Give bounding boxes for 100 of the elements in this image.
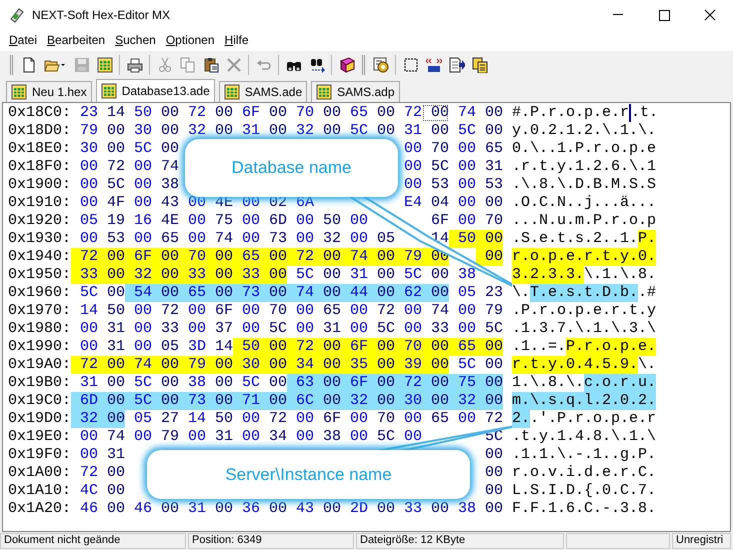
menu-item[interactable]: Hilfe bbox=[220, 31, 254, 50]
hex-byte: E4 bbox=[403, 194, 422, 212]
hex-byte: 31 bbox=[322, 320, 341, 338]
hex-byte: 74 bbox=[430, 302, 449, 320]
hex-byte: 00 bbox=[430, 500, 449, 518]
hex-byte: 70 bbox=[179, 248, 206, 266]
row-address: 0x19E0: bbox=[8, 428, 71, 446]
hex-byte: 70 bbox=[268, 302, 287, 320]
hex-byte: 65 bbox=[160, 230, 179, 248]
hex-byte: 31 bbox=[106, 320, 125, 338]
hex-byte: 72 bbox=[268, 410, 287, 428]
hex-byte: 00 bbox=[98, 248, 125, 266]
hex-byte: 00 bbox=[422, 356, 449, 374]
hex-byte: 31 bbox=[187, 500, 206, 518]
row-address: 0x1960: bbox=[8, 284, 71, 302]
hex-byte: 50 bbox=[106, 302, 125, 320]
hex-byte: 79 bbox=[79, 122, 98, 140]
hex-byte: 00 bbox=[268, 500, 287, 518]
hex-byte: 00 bbox=[106, 284, 125, 302]
file-tab[interactable]: SAMS.adp bbox=[311, 81, 400, 102]
row-address: 0x18F0: bbox=[8, 158, 71, 176]
hex-byte: 14 bbox=[187, 410, 206, 428]
hex-byte: 00 bbox=[214, 104, 233, 122]
hex-byte: 00 bbox=[187, 230, 206, 248]
hex-byte: 5C bbox=[295, 266, 314, 284]
row-address: 0x1920: bbox=[8, 212, 71, 230]
copy-pages-icon bbox=[472, 57, 488, 73]
row-address: 0x19C0: bbox=[8, 392, 71, 410]
hex-byte: 00 bbox=[349, 410, 368, 428]
hex-byte: 46 bbox=[133, 500, 152, 518]
hex-byte: 43 bbox=[295, 500, 314, 518]
row-address: 0x1930: bbox=[8, 230, 71, 248]
menu-item[interactable]: Bearbeiten bbox=[42, 31, 110, 50]
hex-byte: 30 bbox=[233, 356, 260, 374]
hex-byte: 38 bbox=[322, 428, 341, 446]
hex-byte: 75 bbox=[214, 212, 233, 230]
hex-byte: 00 bbox=[241, 230, 260, 248]
hex-byte: 00 bbox=[187, 428, 206, 446]
hex-byte: 74 bbox=[106, 428, 125, 446]
hex-byte: 14 bbox=[79, 302, 98, 320]
hex-byte: 00 bbox=[403, 410, 422, 428]
hex-byte: 00 bbox=[422, 392, 449, 410]
hex-byte: 74 bbox=[214, 230, 233, 248]
cursor-byte[interactable]: 00 bbox=[422, 104, 449, 122]
hex-byte: 00 bbox=[260, 284, 287, 302]
grid-file-icon bbox=[96, 57, 112, 73]
hex-byte: 70 bbox=[430, 140, 449, 158]
row-address: 0x1980: bbox=[8, 320, 71, 338]
menu-item[interactable]: Suchen bbox=[110, 31, 161, 50]
highlighted-text: r.t.y.0.4.5.9. bbox=[512, 356, 638, 374]
hex-byte: 00 bbox=[206, 248, 233, 266]
highlighted-text: P. bbox=[638, 230, 656, 248]
hex-byte: 00 bbox=[133, 230, 152, 248]
hex-byte: 00 bbox=[214, 122, 233, 140]
hex-byte: 00 bbox=[484, 356, 503, 374]
hex-byte: 5C bbox=[133, 374, 152, 392]
hex-byte: 27 bbox=[160, 410, 179, 428]
hex-byte: 73 bbox=[233, 284, 260, 302]
hex-byte: 00 bbox=[152, 356, 179, 374]
hex-byte: 00 bbox=[403, 176, 422, 194]
hex-byte: 16 bbox=[133, 212, 152, 230]
hex-byte: 62 bbox=[395, 284, 422, 302]
hex-byte: 74 bbox=[341, 248, 368, 266]
hex-byte: 74 bbox=[287, 284, 314, 302]
hex-byte: 00 bbox=[241, 428, 260, 446]
hex-byte: 00 bbox=[79, 158, 98, 176]
file-tab[interactable]: SAMS.ade bbox=[218, 81, 308, 102]
menu-item[interactable]: Datei bbox=[4, 31, 42, 50]
hex-byte: 00 bbox=[476, 230, 503, 248]
callout: Database name bbox=[185, 139, 398, 197]
hex-byte: 72 bbox=[71, 356, 98, 374]
new-file-icon bbox=[20, 57, 36, 73]
row-address: 0x1A20: bbox=[8, 500, 71, 518]
hex-byte: 32 bbox=[449, 392, 476, 410]
hex-byte: 00 bbox=[484, 122, 503, 140]
hex-byte: 00 bbox=[152, 392, 179, 410]
delete-icon bbox=[226, 57, 242, 73]
hex-byte: 00 bbox=[295, 320, 314, 338]
hex-byte: 4E bbox=[160, 212, 179, 230]
hex-byte: 72 bbox=[106, 158, 125, 176]
file-tab[interactable]: Neu 1.hex bbox=[6, 81, 92, 102]
hex-byte: 33 bbox=[160, 320, 179, 338]
hex-byte: 00 bbox=[322, 500, 341, 518]
hex-byte: 00 bbox=[187, 212, 206, 230]
hex-byte: 33 bbox=[233, 266, 260, 284]
hex-byte: 6F bbox=[341, 374, 368, 392]
hex-byte: 79 bbox=[395, 248, 422, 266]
hex-byte: 6F bbox=[241, 104, 260, 122]
file-tab[interactable]: Database13.ade bbox=[96, 79, 215, 102]
hex-byte: 00 bbox=[214, 374, 233, 392]
convert-icon bbox=[426, 57, 442, 73]
hex-byte: 00 bbox=[133, 302, 152, 320]
book-icon bbox=[338, 57, 354, 73]
hex-byte: 00 bbox=[314, 356, 341, 374]
hex-byte: 72 bbox=[484, 410, 503, 428]
menu-item[interactable]: Optionen bbox=[160, 31, 220, 50]
hex-byte: 00 bbox=[457, 320, 476, 338]
hex-byte: 72 bbox=[160, 302, 179, 320]
hex-byte: 32 bbox=[341, 392, 368, 410]
app-icon bbox=[8, 7, 24, 23]
